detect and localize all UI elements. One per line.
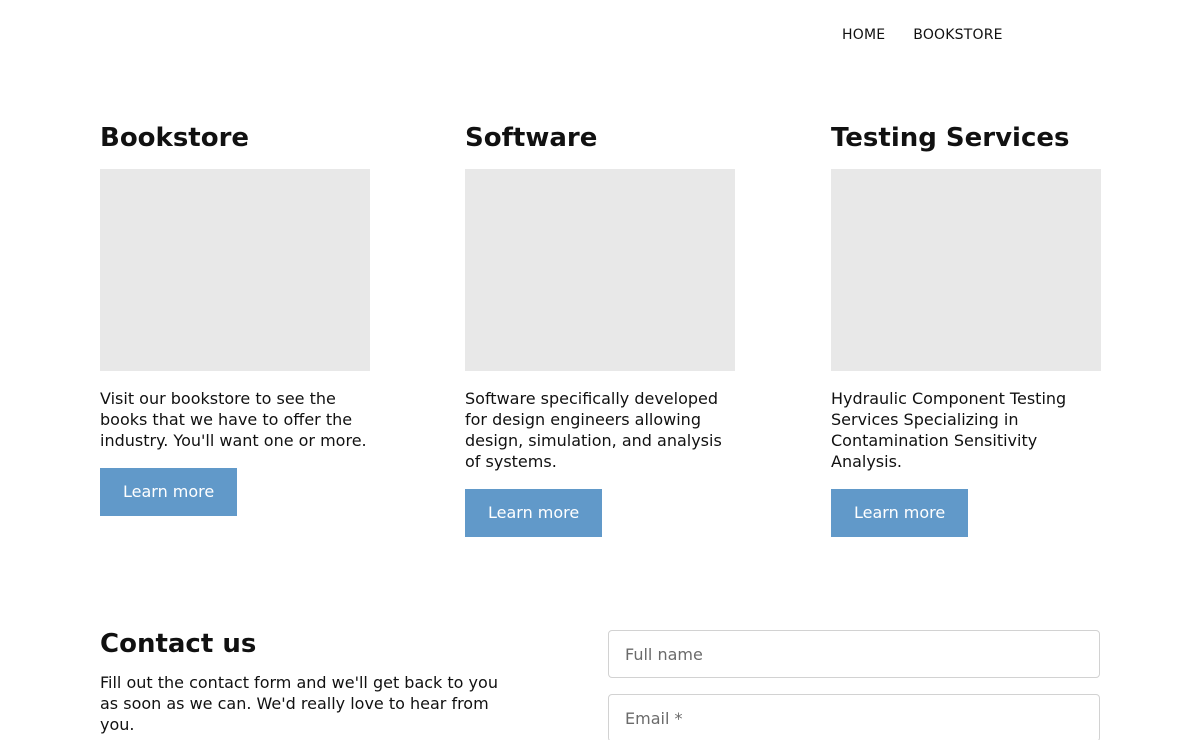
full-name-input[interactable] xyxy=(608,630,1100,678)
page: HOME BOOKSTORE Bookstore Visit our books… xyxy=(0,0,1200,740)
card-description: Software specifically developed for desi… xyxy=(465,389,722,471)
card-image-placeholder xyxy=(831,169,1101,371)
learn-more-button-testing[interactable]: Learn more xyxy=(831,489,969,537)
card-description: Visit our bookstore to see the books tha… xyxy=(100,389,367,450)
contact-form xyxy=(608,630,1100,740)
card-software: Software Software specifically developed… xyxy=(465,122,735,537)
card-bookstore: Bookstore Visit our bookstore to see the… xyxy=(100,122,370,516)
card-image-placeholder xyxy=(465,169,735,371)
contact-description: Fill out the contact form and we'll get … xyxy=(100,673,498,734)
top-nav: HOME BOOKSTORE xyxy=(842,27,1003,43)
contact-title: Contact us xyxy=(100,629,257,659)
learn-more-button-software[interactable]: Learn more xyxy=(465,489,603,537)
learn-more-button-bookstore[interactable]: Learn more xyxy=(100,468,238,516)
contact-section: Contact us Fill out the contact form and… xyxy=(100,627,520,735)
card-title: Testing Services xyxy=(831,123,1070,153)
card-title: Bookstore xyxy=(100,123,250,153)
card-testing-services: Testing Services Hydraulic Component Tes… xyxy=(831,122,1101,537)
card-description: Hydraulic Component Testing Services Spe… xyxy=(831,389,1067,471)
card-image-placeholder xyxy=(100,169,370,371)
nav-link-home[interactable]: HOME xyxy=(842,27,885,43)
nav-link-bookstore[interactable]: BOOKSTORE xyxy=(913,27,1002,43)
email-input[interactable] xyxy=(608,694,1100,740)
card-title: Software xyxy=(465,123,598,153)
